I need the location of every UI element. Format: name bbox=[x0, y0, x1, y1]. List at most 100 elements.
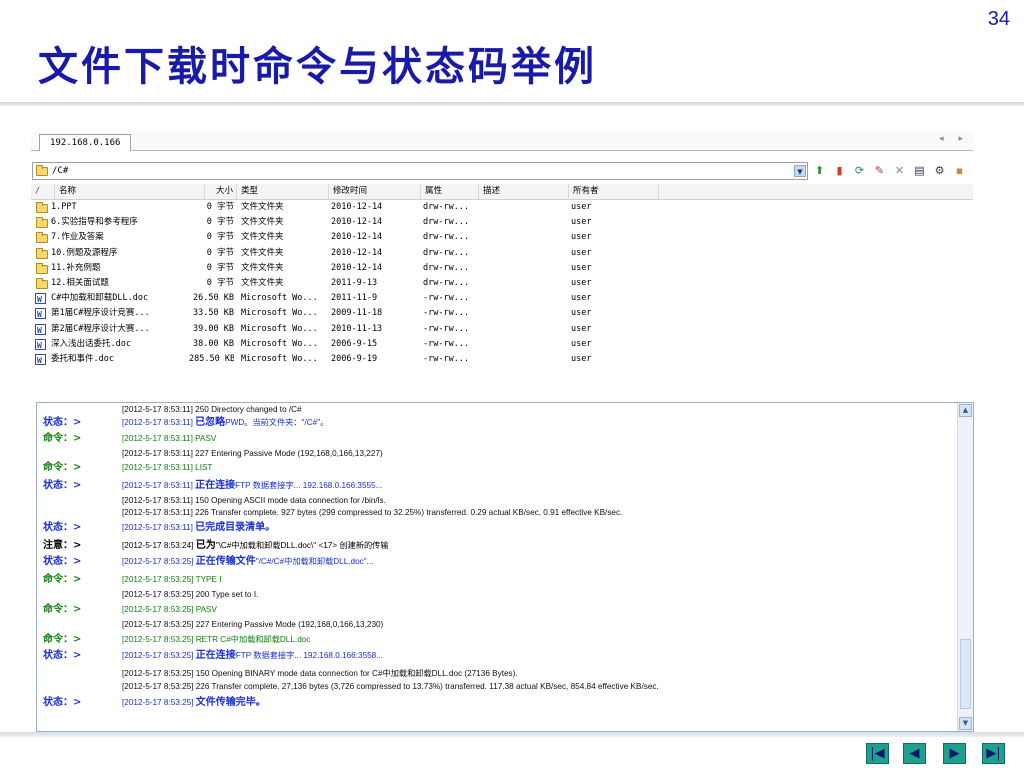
file-row[interactable]: 11.补充例题 0 字节 文件文件夹 2010-12-14 drw-rw... user bbox=[31, 261, 973, 276]
column-header-name[interactable]: 名称 bbox=[55, 184, 205, 199]
bookmark-icon[interactable]: ▮ bbox=[833, 164, 846, 177]
log-entry: [2012-5-17 8:53:11] 227 Entering Passive… bbox=[37, 447, 955, 461]
column-header-attributes[interactable]: 属性 bbox=[421, 184, 479, 199]
log-text: "/C#/C#中加载和卸载DLL.doc"... bbox=[255, 557, 374, 566]
log-entry: [2012-5-17 8:53:25] 200 Type set to I. bbox=[37, 588, 955, 602]
file-name: 第2届C#程序设计大赛... bbox=[51, 323, 150, 334]
log-entry-type: 状态：> bbox=[43, 417, 82, 428]
tab-scroll-arrows[interactable]: ◂ ▸ bbox=[939, 134, 969, 144]
first-slide-button[interactable]: |◀ bbox=[866, 743, 889, 764]
session-log[interactable]: [2012-5-17 8:53:11] 250 Directory change… bbox=[36, 402, 974, 732]
log-text: [2012-5-17 8:53:25] bbox=[122, 651, 196, 660]
up-folder-icon[interactable]: ⬆ bbox=[813, 164, 826, 177]
log-highlight: 已为 bbox=[195, 540, 216, 551]
file-row[interactable]: 深入浅出话委托.doc 38.00 KB Microsoft Wo... 2006-9… bbox=[31, 337, 973, 353]
file-type: Microsoft Wo... bbox=[241, 293, 318, 304]
column-header-owner[interactable]: 所有者 bbox=[569, 184, 659, 199]
file-modified: 2011-9-13 bbox=[331, 278, 378, 288]
file-owner: user bbox=[571, 338, 592, 349]
column-header-size[interactable]: 大小 bbox=[205, 184, 237, 199]
file-row[interactable]: 12.相关面试题 0 字节 文件文件夹 2011-9-13 drw-rw... user bbox=[31, 276, 973, 291]
file-size: 285.50 KB bbox=[189, 354, 234, 364]
log-entry: 命令：> [2012-5-17 8:53:11] PASV bbox=[37, 432, 955, 446]
log-entry: 命令：> [2012-5-17 8:53:25] TYPE I bbox=[37, 573, 955, 587]
log-entry-message: [2012-5-17 8:53:11] PASV bbox=[122, 432, 216, 446]
log-entry-type: 状态：> bbox=[43, 522, 82, 533]
file-attr: drw-rw... bbox=[423, 247, 470, 258]
file-name: 12.相关面试题 bbox=[51, 278, 109, 288]
file-size: 0 字节 bbox=[206, 278, 234, 288]
folder-icon bbox=[36, 232, 48, 244]
file-desc bbox=[483, 276, 567, 291]
chevron-down-icon[interactable]: ▼ bbox=[794, 165, 806, 177]
word-doc-icon bbox=[35, 353, 46, 368]
file-type: 文件文件夹 bbox=[241, 202, 284, 212]
file-name: 6.实验指导和参考程序 bbox=[51, 217, 138, 228]
file-attr: -rw-rw... bbox=[423, 354, 470, 364]
last-slide-button[interactable]: ▶| bbox=[982, 743, 1005, 764]
footer-divider bbox=[0, 732, 1024, 737]
file-row[interactable]: 10.例题及源程序 0 字节 文件文件夹 2010-12-14 drw-rw... use… bbox=[31, 246, 973, 261]
column-header-modified[interactable]: 修改时间 bbox=[329, 184, 421, 199]
file-modified: 2010-12-14 bbox=[331, 217, 383, 228]
properties-icon[interactable]: ⚙ bbox=[933, 164, 946, 177]
log-entry-message: [2012-5-17 8:53:11] 250 Directory change… bbox=[122, 403, 302, 417]
log-text: [2012-5-17 8:53:11] 226 Transfer complet… bbox=[122, 508, 623, 517]
log-entry-type: 状态：> bbox=[43, 697, 82, 708]
sort-indicator[interactable]: ∕ bbox=[31, 184, 55, 199]
column-header-type[interactable]: 类型 bbox=[237, 184, 329, 199]
log-entry: 命令：> [2012-5-17 8:53:25] PASV bbox=[37, 603, 955, 617]
file-modified: 2010-12-14 bbox=[331, 202, 383, 212]
column-header-description[interactable]: 描述 bbox=[479, 184, 569, 199]
file-attr: drw-rw... bbox=[423, 262, 470, 273]
file-row[interactable]: 第2届C#程序设计大赛... 39.00 KB Microsoft Wo... 201… bbox=[31, 322, 973, 338]
file-desc bbox=[483, 337, 567, 352]
ftp-client-window: 192.168.0.166 ◂ ▸ /C# ▼ ⬆ ▮ ⟳ ✎ ✕ ▤ ⚙ ▪ … bbox=[31, 131, 974, 732]
file-owner: user bbox=[571, 308, 592, 319]
log-entry-type: 命令：> bbox=[43, 604, 82, 615]
file-attr: drw-rw... bbox=[423, 217, 470, 228]
file-attr: -rw-rw... bbox=[423, 323, 470, 334]
log-entry: 状态：> [2012-5-17 8:53:11] 已完成目录清单。 bbox=[37, 521, 955, 535]
close-icon[interactable]: ✕ bbox=[893, 164, 906, 177]
view-icon[interactable]: ▤ bbox=[913, 164, 926, 177]
path-combobox[interactable]: /C# ▼ bbox=[32, 162, 808, 180]
log-scrollbar[interactable]: ▲ ▼ bbox=[957, 403, 973, 731]
log-highlight: 已忽略 bbox=[195, 417, 226, 428]
scroll-thumb[interactable] bbox=[960, 639, 971, 709]
filter-icon[interactable]: ✎ bbox=[873, 164, 886, 177]
log-entry-message: [2012-5-17 8:53:25] 200 Type set to I. bbox=[122, 588, 258, 602]
file-owner: user bbox=[571, 262, 592, 273]
log-entry-message: [2012-5-17 8:53:25] 正在传输文件"/C#/C#中加载和卸载D… bbox=[122, 555, 374, 569]
file-desc bbox=[483, 306, 567, 321]
file-row[interactable]: 7.作业及答案 0 字节 文件文件夹 2010-12-14 drw-rw... user bbox=[31, 230, 973, 245]
file-row[interactable]: 委托和事件.doc 285.50 KB Microsoft Wo... 2006-9-… bbox=[31, 352, 973, 368]
refresh-icon[interactable]: ⟳ bbox=[853, 164, 866, 177]
previous-slide-button[interactable]: ◀ bbox=[903, 743, 926, 764]
file-type: Microsoft Wo... bbox=[241, 354, 318, 364]
file-type: 文件文件夹 bbox=[241, 247, 284, 258]
file-name: 委托和事件.doc bbox=[51, 354, 114, 364]
file-row[interactable]: 第1届C#程序设计竞赛... 33.50 KB Microsoft Wo... 200… bbox=[31, 306, 973, 322]
first-icon: |◀ bbox=[870, 746, 885, 761]
log-entry: 注意：> [2012-5-17 8:53:24] 已为"\C#中加载和卸载DLL.… bbox=[37, 539, 955, 553]
new-folder-icon[interactable]: ▪ bbox=[953, 164, 966, 177]
log-highlight: 正在连接 bbox=[195, 650, 236, 661]
file-owner: user bbox=[571, 232, 592, 243]
word-doc-icon bbox=[35, 307, 46, 322]
log-entry: 状态：> [2012-5-17 8:53:11] 已忽略PWD。当前文件夹："/C… bbox=[37, 416, 955, 430]
scroll-up-icon[interactable]: ▲ bbox=[959, 404, 972, 417]
file-desc bbox=[483, 215, 567, 230]
file-row[interactable]: C#中加载和卸载DLL.doc 26.50 KB Microsoft Wo... 20… bbox=[31, 291, 973, 307]
file-desc bbox=[483, 352, 567, 367]
connection-tab[interactable]: 192.168.0.166 bbox=[39, 134, 132, 151]
log-text: [2012-5-17 8:53:25] TYPE I bbox=[122, 575, 222, 584]
path-bar: /C# ▼ ⬆ ▮ ⟳ ✎ ✕ ▤ ⚙ ▪ bbox=[31, 161, 973, 181]
next-slide-button[interactable]: ▶ bbox=[943, 743, 966, 764]
file-row[interactable]: 6.实验指导和参考程序 0 字节 文件文件夹 2010-12-14 drw-rw... u… bbox=[31, 215, 973, 230]
word-doc-icon bbox=[35, 323, 46, 338]
log-entry-message: [2012-5-17 8:53:25] 正在连接FTP 数据套接字... 192… bbox=[122, 649, 383, 663]
scroll-down-icon[interactable]: ▼ bbox=[959, 717, 972, 730]
log-entry-message: [2012-5-17 8:53:25] TYPE I bbox=[122, 573, 222, 587]
file-row[interactable]: 1.PPT 0 字节 文件文件夹 2010-12-14 drw-rw... user bbox=[31, 200, 973, 215]
